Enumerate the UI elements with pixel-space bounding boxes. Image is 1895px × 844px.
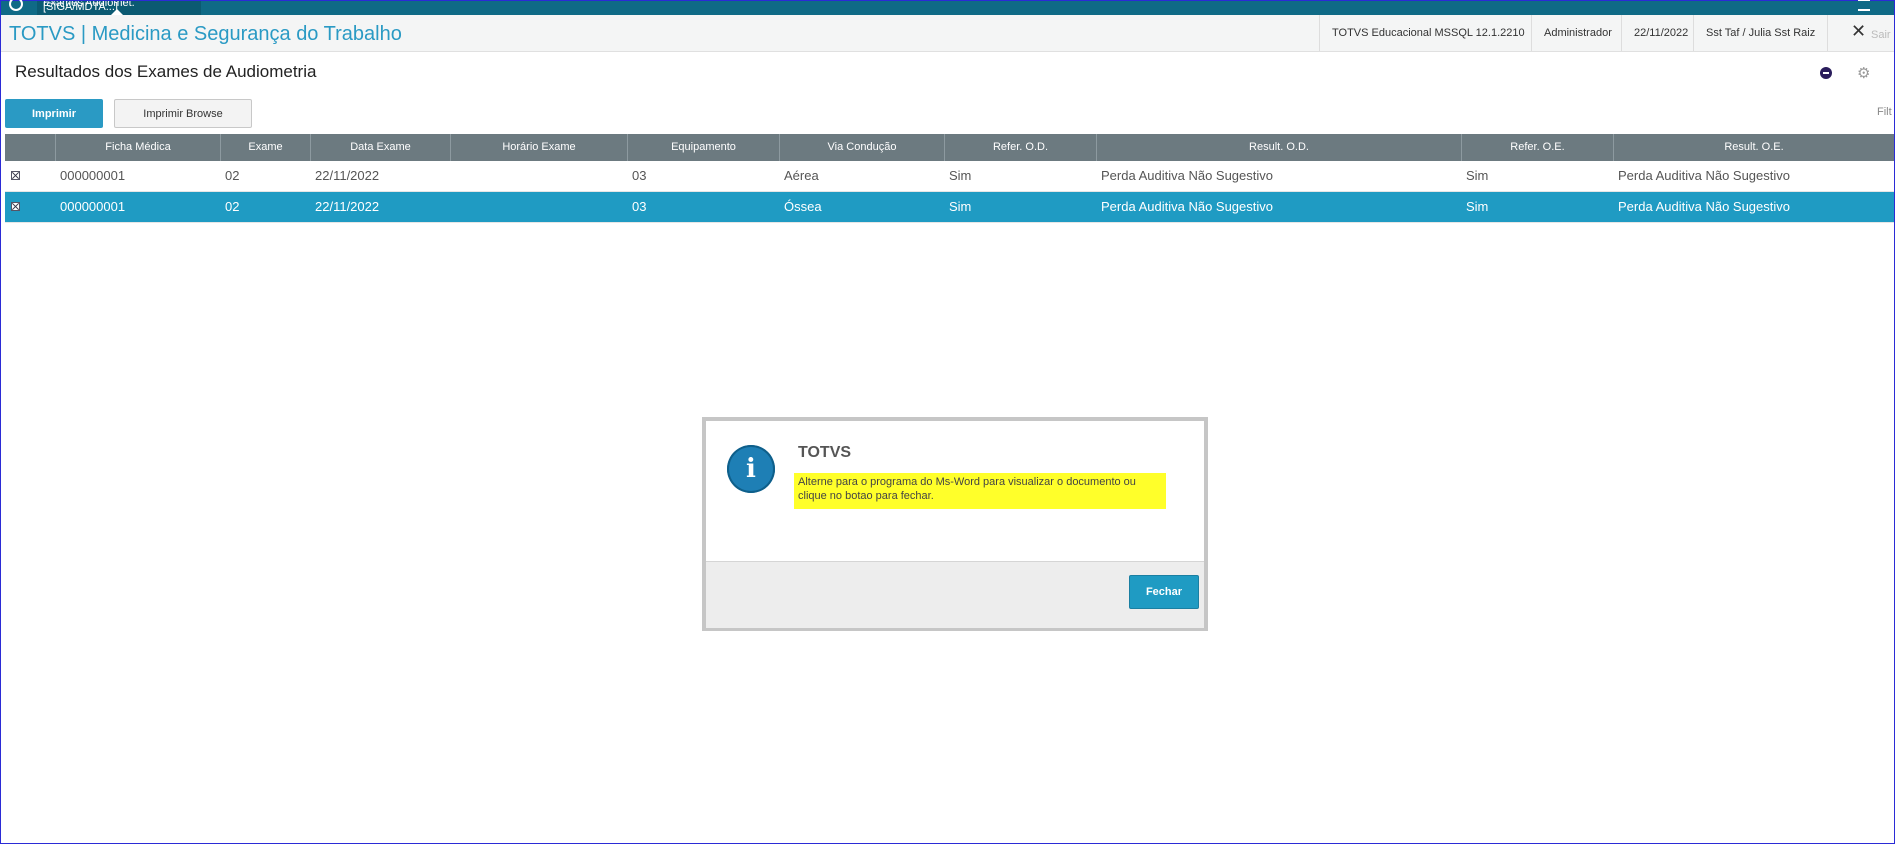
cell-res-od: Perda Auditiva Não Sugestivo (1101, 199, 1273, 214)
cell-equipamento: 03 (632, 199, 647, 214)
dialog-title: TOTVS (798, 444, 852, 461)
cell-via: Óssea (784, 199, 822, 214)
cell-ref-oe: Sim (1466, 199, 1489, 214)
cell-ref-od: Sim (949, 168, 972, 183)
user-info: Administrador (1531, 15, 1624, 51)
column-header-via[interactable]: Via Condução (780, 134, 945, 161)
cell-data: 22/11/2022 (315, 168, 380, 183)
column-header-ref-oe[interactable]: Refer. O.E. (1462, 134, 1614, 161)
column-header-horario[interactable]: Horário Exame (451, 134, 628, 161)
header-bar: TOTVS | Medicina e Segurança do Trabalho… (1, 15, 1894, 52)
column-header-select[interactable] (5, 134, 56, 161)
cell-ficha: 000000001 (60, 168, 126, 183)
cell-res-od: Perda Auditiva Não Sugestivo (1101, 168, 1273, 183)
dialog-message: Alterne para o programa do Ms-Word para … (794, 473, 1166, 509)
row-checkbox[interactable] (11, 171, 20, 180)
page-title: Resultados dos Exames de Audiometria (15, 62, 317, 81)
filter-link[interactable]: Filt (1877, 106, 1892, 118)
cell-res-oe: Perda Auditiva Não Sugestivo (1618, 199, 1790, 214)
totvs-logo-icon (9, 0, 23, 11)
cell-equipamento: 03 (632, 168, 647, 183)
column-header-exame[interactable]: Exame (221, 134, 311, 161)
close-dialog-button[interactable]: Fechar (1129, 575, 1199, 609)
table-row-selected[interactable]: 000000001 02 22/11/2022 03 Óssea Sim Per… (5, 192, 1894, 223)
info-icon: i (727, 445, 775, 493)
column-header-res-oe[interactable]: Result. O.E. (1614, 134, 1894, 161)
date-info: 22/11/2022 (1621, 15, 1700, 51)
column-header-ref-od[interactable]: Refer. O.D. (945, 134, 1097, 161)
table-row[interactable]: 000000001 02 22/11/2022 03 Aérea Sim Per… (5, 161, 1894, 192)
cell-ref-oe: Sim (1466, 168, 1489, 183)
cell-exame: 02 (225, 168, 240, 183)
close-icon[interactable]: ✕ (1851, 21, 1866, 42)
column-header-ficha[interactable]: Ficha Médica (56, 134, 221, 161)
branch-info: Sst Taf / Julia Sst Raiz (1693, 15, 1829, 51)
menu-icon[interactable] (1858, 0, 1870, 11)
results-grid: Ficha Médica Exame Data Exame Horário Ex… (5, 134, 1894, 223)
print-browse-button[interactable]: Imprimir Browse (114, 99, 252, 128)
app-title: TOTVS | Medicina e Segurança do Trabalho (9, 23, 402, 45)
print-button[interactable]: Imprimir (5, 99, 103, 128)
cell-ficha: 000000001 (60, 199, 126, 214)
help-circle-icon[interactable] (1820, 67, 1832, 79)
grid-header: Ficha Médica Exame Data Exame Horário Ex… (5, 134, 1894, 161)
gear-icon[interactable]: ⚙ (1857, 64, 1870, 82)
cell-exame: 02 (225, 199, 240, 214)
cell-via: Aérea (784, 168, 819, 183)
cell-ref-od: Sim (949, 199, 972, 214)
row-checkbox[interactable] (11, 202, 20, 211)
environment-info: TOTVS Educacional MSSQL 12.1.2210 (1319, 15, 1537, 51)
column-header-equipamento[interactable]: Equipamento (628, 134, 780, 161)
column-header-data[interactable]: Data Exame (311, 134, 451, 161)
exit-link[interactable]: Sair (1871, 29, 1891, 41)
app-tab-strip: Exames Audiomet. [SIGA/MDTA...] (1, 0, 1894, 15)
cell-res-oe: Perda Auditiva Não Sugestivo (1618, 168, 1790, 183)
cell-data: 22/11/2022 (315, 199, 380, 214)
info-dialog: i TOTVS Alterne para o programa do Ms-Wo… (702, 417, 1208, 631)
column-header-res-od[interactable]: Result. O.D. (1097, 134, 1462, 161)
